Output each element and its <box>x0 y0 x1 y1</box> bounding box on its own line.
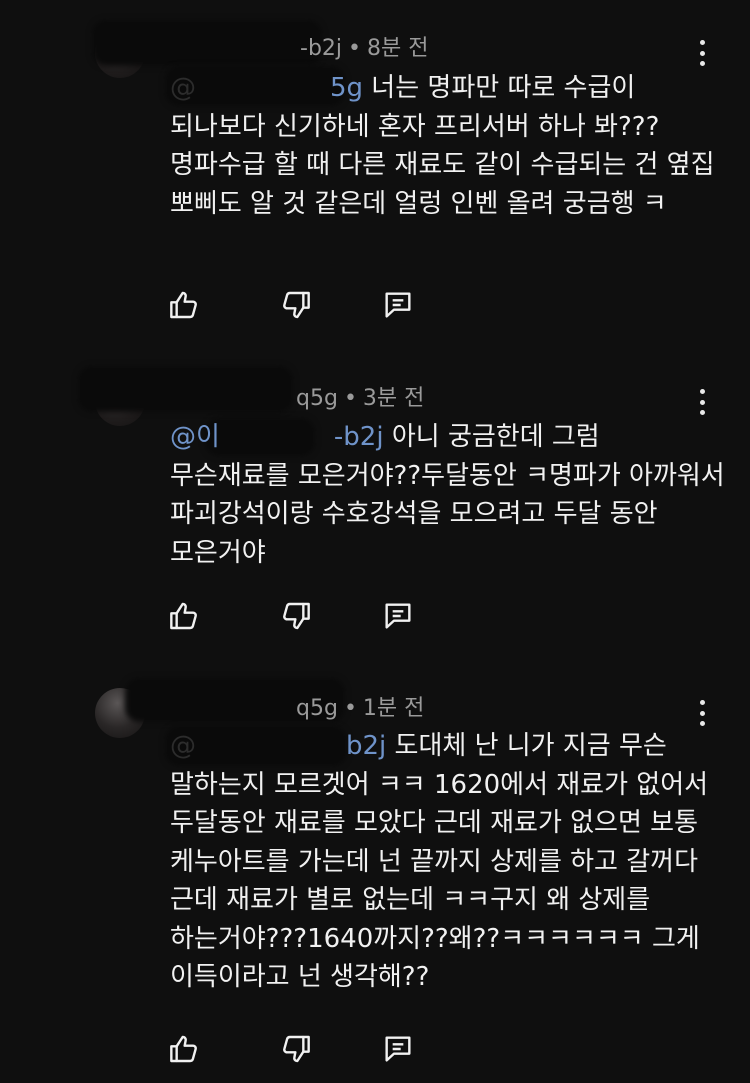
more-vert-icon[interactable] <box>690 385 714 419</box>
reply-icon[interactable] <box>382 289 414 321</box>
separator-dot: • <box>343 696 357 721</box>
thumbs-up-icon[interactable] <box>168 1033 200 1065</box>
comment-time: 3분 전 <box>362 386 425 411</box>
more-vert-icon[interactable] <box>690 36 714 70</box>
comment-body: 도대체 난 니가 지금 무슨 말하는지 모르겟어 ㅋㅋ 1620에서 재료가 없… <box>170 731 709 992</box>
thumbs-down-icon[interactable] <box>280 289 312 321</box>
thumbs-down-icon[interactable] <box>280 1033 312 1065</box>
reply-icon[interactable] <box>382 600 414 632</box>
separator-dot: • <box>343 386 357 411</box>
comment-text: @5g 너는 명파만 따로 수급이 되나보다 신기하네 혼자 프리서버 하나 봐… <box>170 69 725 223</box>
comment-text: @이 -b2j 아니 궁금한데 그럼 무슨재료를 모은거야??두달동안 ㅋ명파가 … <box>170 418 725 572</box>
comment-meta: q5g • 1분 전 <box>296 690 424 730</box>
comment-text: @ b2j 도대체 난 니가 지금 무슨 말하는지 모르겟어 ㅋㅋ 1620에서 … <box>170 727 725 997</box>
redacted-username <box>78 366 293 412</box>
comment-time: 1분 전 <box>362 696 425 721</box>
thumbs-up-icon[interactable] <box>168 289 200 321</box>
mention-link[interactable]: @ b2j <box>170 731 386 761</box>
thumbs-up-icon[interactable] <box>168 600 200 632</box>
thumbs-down-icon[interactable] <box>280 600 312 632</box>
comment-meta: -b2j • 8분 전 <box>300 30 428 70</box>
mention-link[interactable]: @5g <box>170 73 363 103</box>
comment-time: 8분 전 <box>367 36 429 61</box>
more-vert-icon[interactable] <box>690 696 714 730</box>
username[interactable]: q5g <box>296 696 338 721</box>
reply-icon[interactable] <box>382 1033 414 1065</box>
username[interactable]: -b2j <box>300 36 342 61</box>
mention-link[interactable]: @이 -b2j <box>170 422 384 452</box>
comment-meta: q5g • 3분 전 <box>296 380 424 420</box>
redacted-username <box>92 20 322 66</box>
separator-dot: • <box>348 36 361 61</box>
username[interactable]: q5g <box>296 386 338 411</box>
